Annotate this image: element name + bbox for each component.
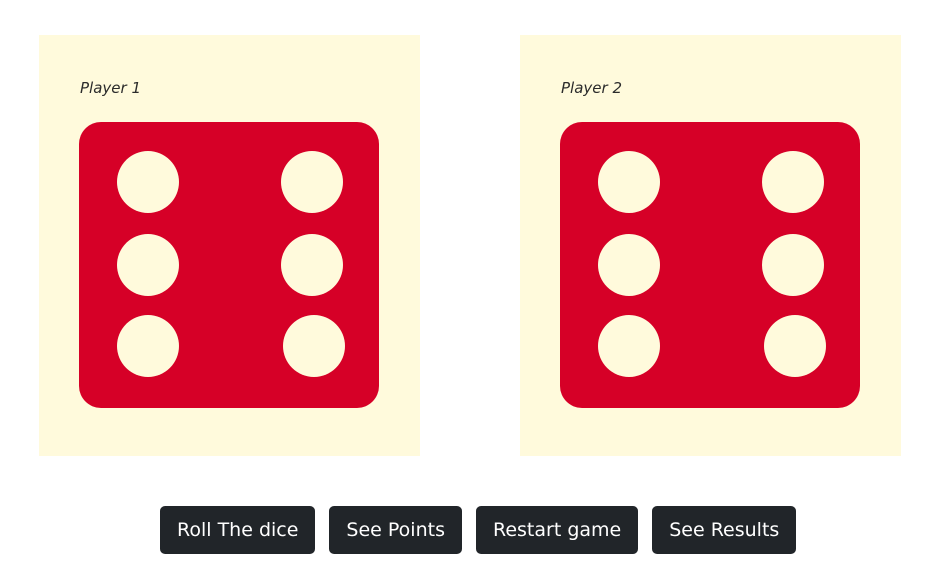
die-pip: [117, 151, 179, 213]
player-1-panel: Player 1: [39, 35, 420, 456]
die-pip: [283, 315, 345, 377]
die-pip: [762, 234, 824, 296]
game-stage: Player 1 Player 2 Roll The dice See Poin…: [0, 0, 935, 569]
die-pip: [281, 151, 343, 213]
restart-game-button[interactable]: Restart game: [475, 506, 639, 554]
die-pip: [762, 151, 824, 213]
die-pip: [764, 315, 826, 377]
see-results-button[interactable]: See Results: [652, 506, 797, 554]
player-2-panel: Player 2: [520, 35, 901, 456]
die-pip: [117, 234, 179, 296]
see-points-button[interactable]: See Points: [329, 506, 462, 554]
die-pip: [598, 151, 660, 213]
die-pip: [281, 234, 343, 296]
game-controls: Roll The dice See Points Restart game Se…: [160, 506, 797, 554]
player-1-die: [79, 122, 379, 408]
die-pip: [598, 315, 660, 377]
die-pip: [117, 315, 179, 377]
roll-dice-button[interactable]: Roll The dice: [160, 506, 316, 554]
player-2-die: [560, 122, 860, 408]
die-pip: [598, 234, 660, 296]
player-1-label: Player 1: [80, 79, 141, 97]
player-2-label: Player 2: [561, 79, 622, 97]
